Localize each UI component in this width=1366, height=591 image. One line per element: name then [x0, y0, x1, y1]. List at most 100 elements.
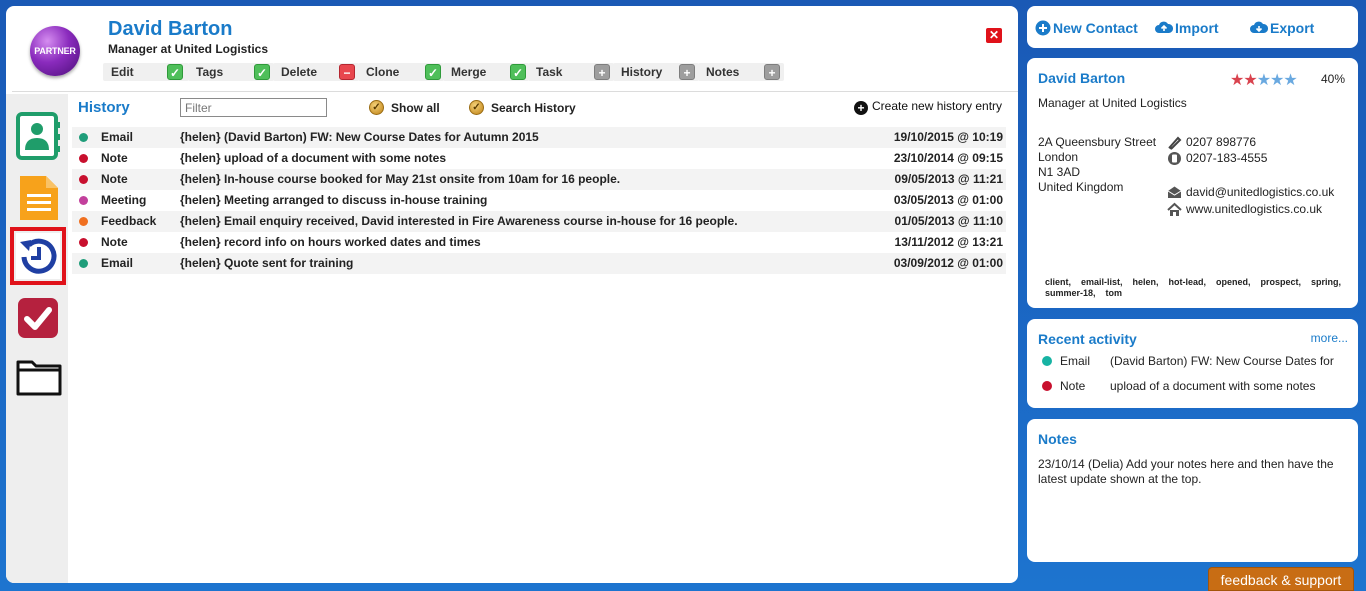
history-row[interactable]: Email {helen} (David Barton) FW: New Cou…	[72, 127, 1006, 148]
cloud-download-icon	[1250, 21, 1268, 33]
clone-button[interactable]: Clone ✓	[358, 63, 444, 81]
history-row[interactable]: Meeting {helen} Meeting arranged to disc…	[72, 190, 1006, 211]
plus-icon: +	[764, 64, 780, 80]
check-icon: ✓	[425, 64, 441, 80]
history-desc: {helen} (David Barton) FW: New Course Da…	[180, 130, 539, 144]
type-dot	[79, 259, 88, 268]
phone-number[interactable]: 0207 898776	[1167, 135, 1256, 150]
history-desc: {helen} Meeting arranged to discuss in-h…	[180, 193, 488, 207]
card-contact-role: Manager at United Logistics	[1038, 96, 1187, 110]
envelope-icon	[1167, 186, 1182, 198]
contact-detail-panel: PARTNER David Barton Manager at United L…	[6, 6, 1018, 583]
email-text: david@unitedlogistics.co.uk	[1186, 185, 1335, 199]
address-line: London	[1038, 150, 1079, 164]
more-link[interactable]: more...	[1311, 331, 1348, 345]
merge-button[interactable]: Merge ✓	[443, 63, 529, 81]
create-history-entry-link[interactable]: + Create new history entry	[854, 98, 1003, 115]
type-dot	[79, 238, 88, 247]
clone-label: Clone	[366, 65, 400, 79]
website-link[interactable]: www.unitedlogistics.co.uk	[1167, 202, 1322, 217]
new-contact-label: New Contact	[1053, 20, 1138, 36]
recent-activity-panel: Recent activity more... Email (David Bar…	[1027, 319, 1358, 408]
history-type: Feedback	[101, 214, 157, 228]
section-rail	[6, 94, 68, 583]
rating-stars[interactable]: ★★★★★	[1230, 70, 1298, 90]
header-divider	[12, 91, 1018, 92]
history-type: Email	[101, 130, 134, 144]
history-date: 19/10/2015 @ 10:19	[893, 130, 1003, 144]
checked-badge-icon: ✓	[469, 100, 484, 115]
recent-activity-title: Recent activity	[1038, 331, 1137, 347]
edit-label: Edit	[111, 65, 134, 79]
feedback-support-button[interactable]: feedback & support	[1208, 567, 1354, 591]
type-dot	[1042, 381, 1052, 391]
recent-activity-item[interactable]: Email (David Barton) FW: New Course Date…	[1027, 353, 1358, 369]
contact-role: Manager at United Logistics	[108, 42, 269, 56]
history-row[interactable]: Note {helen} In-house course booked for …	[72, 169, 1006, 190]
export-button[interactable]: Export	[1250, 20, 1314, 36]
home-icon	[1167, 202, 1182, 216]
history-desc: {helen} Quote sent for training	[180, 256, 354, 270]
edit-button[interactable]: Edit ✓	[103, 63, 189, 81]
postal-address: 2A Queensbury Street London N1 3AD Unite…	[1038, 135, 1156, 195]
plus-circle-icon: +	[854, 101, 868, 115]
new-contact-button[interactable]: New Contact	[1035, 20, 1138, 36]
task-check-icon[interactable]	[16, 296, 60, 342]
close-icon[interactable]: ✕	[986, 28, 1002, 43]
fax-number[interactable]: 0207-183-4555	[1167, 151, 1267, 166]
history-type: Note	[101, 151, 128, 165]
fax-text: 0207-183-4555	[1186, 151, 1268, 165]
phone-text: 0207 898776	[1186, 135, 1257, 149]
contact-summary-card: David Barton ★★★★★ 40% Manager at United…	[1027, 58, 1358, 308]
plus-icon: +	[594, 64, 610, 80]
history-date: 23/10/2014 @ 09:15	[893, 151, 1003, 165]
history-row[interactable]: Note {helen} upload of a document with s…	[72, 148, 1006, 169]
history-list: Email {helen} (David Barton) FW: New Cou…	[72, 127, 1006, 274]
history-row[interactable]: Email {helen} Quote sent for training 03…	[72, 253, 1006, 274]
merge-label: Merge	[451, 65, 487, 79]
check-icon: ✓	[167, 64, 183, 80]
create-entry-label: Create new history entry	[872, 99, 1003, 113]
notes-title: Notes	[1038, 431, 1077, 447]
activity-desc: upload of a document with some notes	[1110, 379, 1316, 393]
history-desc: {helen} upload of a document with some n…	[180, 151, 447, 165]
plus-icon: +	[679, 64, 695, 80]
note-text[interactable]: 23/10/14 (Delia) Add your notes here and…	[1038, 457, 1348, 487]
cloud-upload-icon	[1155, 21, 1173, 33]
card-contact-name: David Barton	[1038, 70, 1126, 86]
notes-button[interactable]: Notes +	[698, 63, 784, 81]
folder-icon[interactable]	[16, 356, 62, 402]
history-type: Note	[101, 235, 128, 249]
contact-card-icon[interactable]	[16, 112, 60, 160]
search-history-toggle[interactable]: ✓ Search History	[469, 100, 576, 116]
tags-button[interactable]: Tags ✓	[188, 63, 274, 81]
history-icon[interactable]	[10, 227, 66, 285]
document-icon[interactable]	[16, 174, 60, 220]
type-dot	[79, 196, 88, 205]
history-filter-input[interactable]	[180, 98, 327, 117]
history-title: History	[78, 99, 130, 116]
history-date: 03/09/2012 @ 01:00	[893, 256, 1003, 270]
rating-percent: 40%	[1321, 72, 1346, 86]
show-all-toggle[interactable]: ✓ Show all	[369, 100, 440, 116]
contact-tags[interactable]: client, email-list, helen, hot-lead, ope…	[1045, 277, 1345, 299]
delete-label: Delete	[281, 65, 318, 79]
history-type: Meeting	[101, 193, 147, 207]
check-icon: ✓	[510, 64, 526, 80]
activity-type: Email	[1060, 354, 1091, 368]
delete-button[interactable]: Delete −	[273, 63, 359, 81]
task-button[interactable]: Task +	[528, 63, 614, 81]
search-history-label: Search History	[491, 101, 576, 115]
fax-icon	[1168, 152, 1181, 165]
recent-activity-item[interactable]: Note upload of a document with some note…	[1027, 378, 1358, 394]
history-type: Note	[101, 172, 128, 186]
history-desc: {helen} Email enquiry received, David in…	[180, 214, 738, 228]
email-address[interactable]: david@unitedlogistics.co.uk	[1167, 185, 1334, 200]
history-row[interactable]: Feedback {helen} Email enquiry received,…	[72, 211, 1006, 232]
history-label: History	[621, 65, 663, 79]
history-button[interactable]: History +	[613, 63, 699, 81]
minus-icon: −	[339, 64, 355, 80]
type-dot	[79, 133, 88, 142]
history-row[interactable]: Note {helen} record info on hours worked…	[72, 232, 1006, 253]
import-button[interactable]: Import	[1155, 20, 1219, 36]
